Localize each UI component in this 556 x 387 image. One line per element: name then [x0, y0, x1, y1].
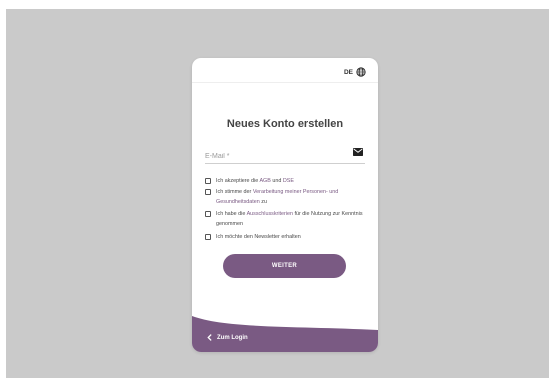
- globe-icon: [356, 67, 366, 77]
- label-text: Ich habe die: [216, 211, 247, 217]
- checkbox-newsletter[interactable]: [205, 234, 211, 240]
- checkbox-exclusion-criteria[interactable]: [205, 211, 211, 217]
- label-text: Ich stimme der: [216, 189, 253, 195]
- checkbox-label-newsletter: Ich möchte den Newsletter erhalten: [216, 234, 301, 240]
- page-title: Neues Konto erstellen: [226, 118, 344, 130]
- dse-link[interactable]: DSE: [283, 178, 294, 184]
- email-field[interactable]: [205, 149, 345, 163]
- email-field-wrapper: [205, 148, 365, 164]
- language-code: DE: [343, 68, 353, 76]
- exclusion-criteria-link[interactable]: Ausschlusskriterien: [247, 211, 293, 217]
- checkbox-label-terms: Ich akzeptiere die AGB und DSE: [216, 177, 368, 187]
- checkbox-row-newsletter: Ich möchte den Newsletter erhalten: [205, 233, 368, 243]
- checkbox-data-processing[interactable]: [205, 189, 211, 195]
- checkbox-row-data-processing: Ich stimme der Verarbeitung meiner Perso…: [205, 188, 368, 207]
- back-to-login-label: Zum Login: [217, 334, 248, 341]
- checkbox-label-exclusion-criteria: Ich habe die Ausschlusskriterien für die…: [216, 210, 368, 229]
- back-to-login-link[interactable]: Zum Login: [207, 334, 248, 341]
- signup-card: DE Neues Konto erstellen Ich akzeptiere …: [192, 58, 378, 352]
- mail-icon: [353, 148, 363, 156]
- label-text: Ich akzeptiere die: [216, 178, 260, 184]
- checkbox-row-exclusion-criteria: Ich habe die Ausschlusskriterien für die…: [205, 210, 368, 229]
- label-text: zu: [259, 198, 267, 205]
- footer-wave: [192, 316, 378, 352]
- checkbox-terms[interactable]: [205, 178, 211, 184]
- language-selector[interactable]: DE: [344, 66, 366, 78]
- checkbox-row-terms: Ich akzeptiere die AGB und DSE: [205, 177, 368, 187]
- chevron-left-icon: [207, 334, 212, 341]
- weiter-button[interactable]: WEITER: [223, 254, 346, 278]
- label-text: und: [270, 178, 283, 184]
- card-header: DE: [192, 58, 378, 83]
- checkbox-label-data-processing: Ich stimme der Verarbeitung meiner Perso…: [216, 188, 368, 207]
- agb-link[interactable]: AGB: [259, 178, 270, 184]
